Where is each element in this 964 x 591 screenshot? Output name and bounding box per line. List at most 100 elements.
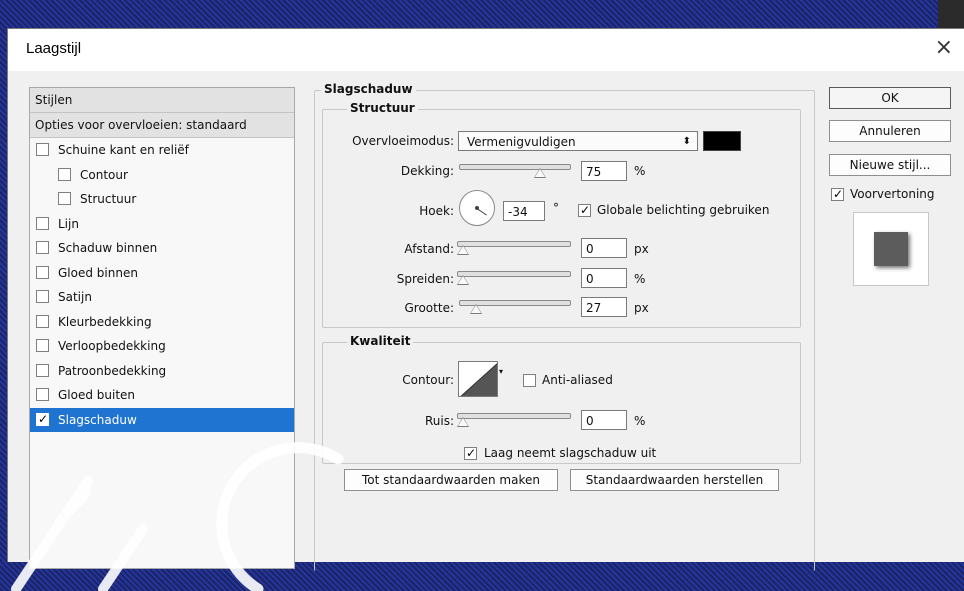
styles-header[interactable]: Stijlen [30, 88, 294, 113]
size-input[interactable]: 27 [581, 297, 627, 317]
updown-arrows-icon: ⬍ [682, 136, 691, 147]
style-item-inner-shadow[interactable]: Schaduw binnen [30, 236, 294, 260]
noise-label: Ruis: [424, 414, 454, 428]
opacity-slider-thumb[interactable] [534, 168, 546, 178]
drop-shadow-title: Slagschaduw [321, 82, 416, 96]
style-item-label: Contour [80, 168, 128, 182]
noise-input[interactable]: 0 [581, 410, 627, 430]
pattern-overlay-checkbox[interactable] [36, 364, 49, 377]
satin-checkbox[interactable] [36, 290, 49, 303]
contour-dropdown-icon[interactable]: ▾ [499, 367, 503, 376]
contour-checkbox[interactable] [58, 168, 71, 181]
style-item-label: Patroonbedekking [58, 364, 167, 378]
style-item-drop-shadow[interactable]: ✓ Slagschaduw [30, 408, 294, 432]
distance-slider-track [457, 241, 571, 247]
style-item-label: Slagschaduw [58, 413, 137, 427]
inner-shadow-checkbox[interactable] [36, 241, 49, 254]
antialias-checkbox[interactable] [523, 374, 536, 387]
opacity-slider[interactable] [459, 162, 571, 180]
style-item-bevel-emboss[interactable]: Schuine kant en reliëf [30, 138, 294, 162]
style-item-inner-glow[interactable]: Gloed binnen [30, 261, 294, 285]
style-item-contour[interactable]: Contour [30, 163, 294, 187]
new-style-button[interactable]: Nieuwe stijl... [829, 154, 951, 176]
style-item-label: Schaduw binnen [58, 241, 158, 255]
structure-title: Structuur [347, 101, 418, 115]
spread-unit: % [634, 272, 646, 286]
spread-label: Spreiden: [396, 272, 454, 286]
preview-label: Voorvertoning [850, 187, 935, 201]
styles-list: Stijlen Opties voor overvloeien: standaa… [29, 87, 295, 569]
noise-slider-thumb[interactable] [457, 417, 469, 427]
spread-slider[interactable] [457, 269, 571, 287]
opacity-input[interactable]: 75 [581, 161, 627, 181]
layer-style-dialog: Laagstijl × Stijlen Opties voor overvloe… [7, 28, 964, 591]
knockout-checkbox[interactable]: ✓ [464, 446, 477, 460]
bevel-emboss-checkbox[interactable] [36, 143, 49, 156]
noise-slider[interactable] [457, 411, 571, 429]
angle-dial-needle [476, 208, 487, 216]
distance-slider-thumb[interactable] [457, 245, 469, 255]
checkmark-icon: ✓ [833, 187, 844, 201]
antialias-label: Anti-aliased [542, 373, 613, 387]
distance-input[interactable]: 0 [581, 238, 627, 258]
checkmark-icon: ✓ [38, 412, 49, 426]
opacity-unit: % [634, 164, 646, 178]
make-default-button[interactable]: Tot standaardwaarden maken [344, 469, 558, 491]
gradient-overlay-checkbox[interactable] [36, 339, 49, 352]
blend-mode-label: Overvloeimodus: [352, 134, 454, 148]
outer-glow-checkbox[interactable] [36, 388, 49, 401]
style-item-stroke[interactable]: Lijn [30, 212, 294, 236]
global-light-checkbox[interactable]: ✓ [578, 203, 591, 217]
style-item-label: Lijn [58, 217, 79, 231]
inner-glow-checkbox[interactable] [36, 266, 49, 279]
blend-mode-value: Vermenigvuldigen [467, 135, 576, 149]
dialog-title: Laagstijl [26, 40, 82, 57]
background-window-corner [938, 0, 964, 28]
color-overlay-checkbox[interactable] [36, 315, 49, 328]
style-item-label: Structuur [80, 192, 137, 206]
global-light-label: Globale belichting gebruiken [597, 203, 770, 217]
spread-input[interactable]: 0 [581, 268, 627, 288]
spread-slider-track [457, 271, 571, 277]
style-item-pattern-overlay[interactable]: Patroonbedekking [30, 359, 294, 383]
reset-default-button[interactable]: Standaardwaarden herstellen [570, 469, 779, 491]
spread-slider-thumb[interactable] [457, 275, 469, 285]
style-item-outer-glow[interactable]: Gloed buiten [30, 383, 294, 407]
opacity-label: Dekking: [400, 164, 454, 178]
size-slider[interactable] [459, 298, 571, 316]
style-item-label: Satijn [58, 290, 92, 304]
style-item-label: Gloed buiten [58, 388, 136, 402]
style-item-label: Kleurbedekking [58, 315, 152, 329]
stroke-checkbox[interactable] [36, 217, 49, 230]
angle-input[interactable]: -34 [503, 201, 545, 221]
style-item-gradient-overlay[interactable]: Verloopbedekking [30, 334, 294, 358]
opacity-slider-track [459, 164, 571, 170]
drop-shadow-checkbox[interactable]: ✓ [36, 412, 49, 426]
angle-dial[interactable] [459, 190, 495, 226]
style-item-satin[interactable]: Satijn [30, 285, 294, 309]
size-slider-thumb[interactable] [470, 304, 482, 314]
checkmark-icon: ✓ [466, 446, 477, 460]
distance-unit: px [634, 242, 649, 256]
blending-options-label: Opties voor overvloeien: standaard [35, 118, 247, 132]
noise-slider-track [457, 413, 571, 419]
contour-picker[interactable] [458, 361, 498, 397]
distance-slider[interactable] [457, 239, 571, 257]
styles-header-label: Stijlen [35, 93, 73, 107]
texture-checkbox[interactable] [58, 192, 71, 205]
close-icon[interactable]: × [935, 35, 953, 60]
distance-label: Afstand: [404, 242, 454, 256]
knockout-label: Laag neemt slagschaduw uit [484, 446, 657, 460]
size-label: Grootte: [404, 301, 455, 315]
ok-button[interactable]: OK [829, 87, 951, 109]
preview-checkbox[interactable]: ✓ [831, 187, 844, 201]
angle-label: Hoek: [419, 204, 454, 218]
cancel-button[interactable]: Annuleren [829, 120, 951, 142]
blending-options-item[interactable]: Opties voor overvloeien: standaard [30, 113, 294, 138]
style-item-label: Schuine kant en reliëf [58, 143, 189, 157]
style-item-texture[interactable]: Structuur [30, 187, 294, 211]
style-item-color-overlay[interactable]: Kleurbedekking [30, 310, 294, 334]
contour-curve-icon [460, 363, 497, 396]
blend-mode-select[interactable]: Vermenigvuldigen ⬍ [458, 131, 698, 151]
shadow-color-swatch[interactable] [703, 131, 741, 151]
